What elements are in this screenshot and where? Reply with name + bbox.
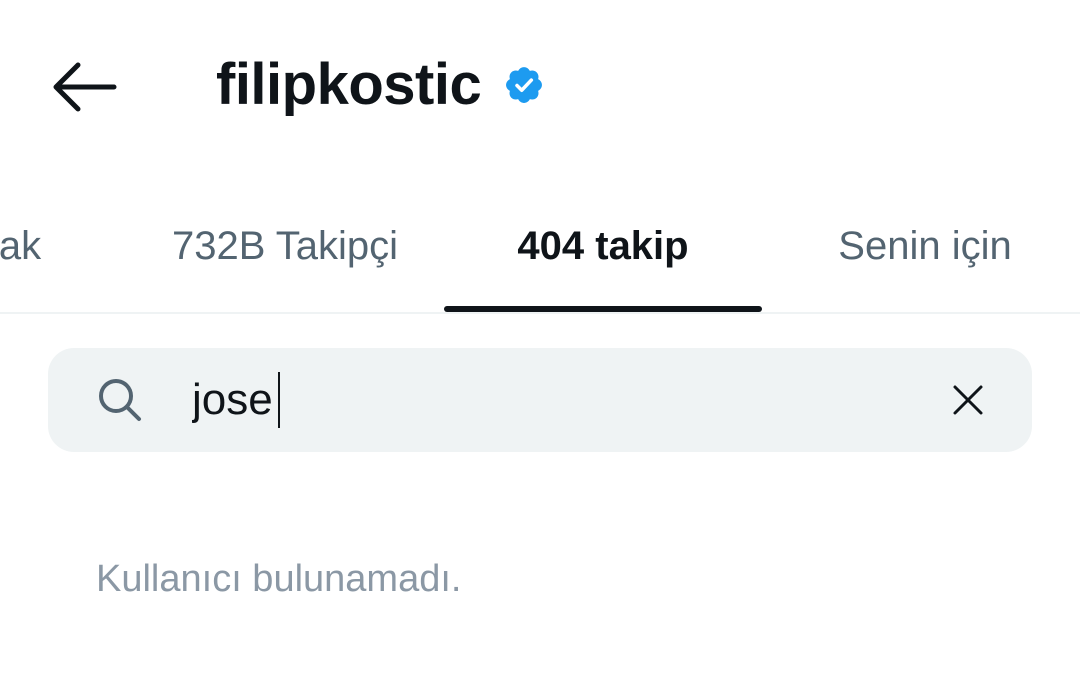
tab-label: 732B Takipçi — [171, 223, 399, 268]
clear-search-button[interactable] — [940, 372, 996, 428]
search-input[interactable] — [192, 362, 912, 438]
search-icon — [96, 376, 144, 424]
tab-divider — [0, 312, 1080, 314]
empty-state-message: Kullanıcı bulunamadı. — [96, 558, 462, 600]
tab-followers-you-know[interactable]: ak — [0, 180, 80, 312]
tab-followers[interactable]: 732B Takipçi — [130, 180, 440, 312]
tab-for-you[interactable]: Senin için — [800, 180, 1050, 312]
search-bar[interactable] — [48, 348, 1032, 452]
tab-label: ak — [0, 223, 42, 268]
page-title: filipkostic — [216, 52, 482, 117]
back-button[interactable] — [44, 52, 124, 122]
tab-label: 404 takip — [517, 223, 689, 268]
back-arrow-icon — [53, 62, 117, 112]
text-cursor — [278, 372, 280, 428]
top-bar: filipkostic — [0, 0, 1080, 170]
tab-label: Senin için — [838, 223, 1012, 268]
verified-badge-icon — [503, 64, 545, 106]
tab-following[interactable]: 404 takip — [444, 180, 762, 312]
tab-bar: ak 732B Takipçi 404 takip Senin için — [0, 180, 1080, 312]
title-group: filipkostic — [216, 50, 545, 120]
close-icon — [953, 385, 983, 415]
